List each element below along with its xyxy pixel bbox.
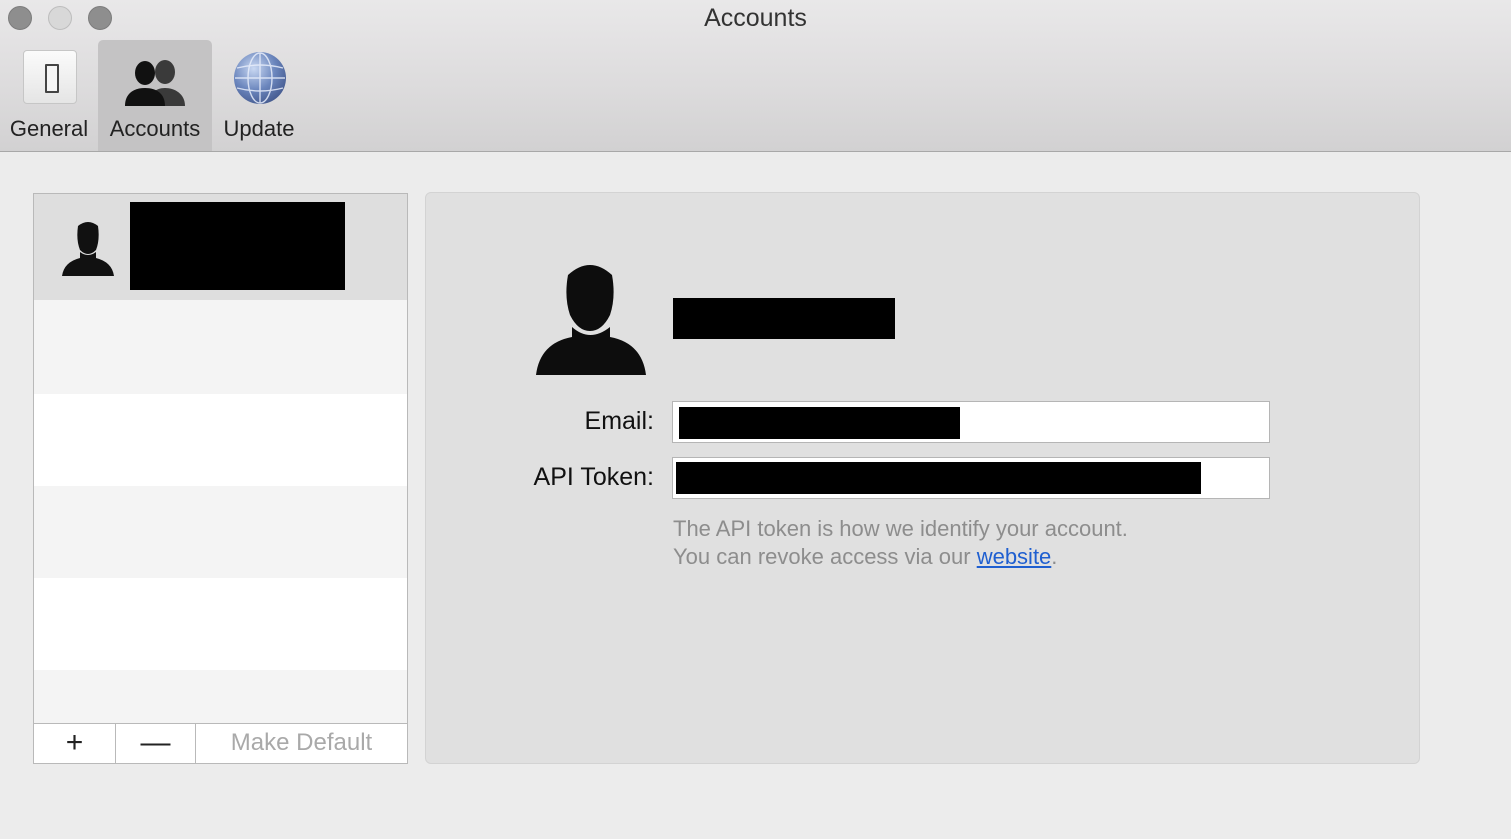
add-account-button[interactable]: + xyxy=(34,724,116,764)
api-token-label: API Token: xyxy=(533,463,654,491)
redacted-account-name xyxy=(130,202,345,290)
toolbar-tab-accounts[interactable]: Accounts xyxy=(98,40,212,151)
api-token-field[interactable] xyxy=(672,457,1270,499)
hint-prefix: You can revoke access via our xyxy=(673,544,977,569)
api-token-hint: The API token is how we identify your ac… xyxy=(673,515,1128,571)
toolbar-tab-update[interactable]: Update xyxy=(212,40,306,151)
website-link[interactable]: website xyxy=(977,544,1052,569)
account-details-panel: Email: API Token: The API token is how w… xyxy=(425,192,1420,764)
globe-icon xyxy=(234,52,286,104)
switch-icon xyxy=(23,50,77,104)
redacted-display-name xyxy=(673,298,895,339)
window-toolbar: Accounts General Accounts Update xyxy=(0,0,1511,152)
list-row-empty xyxy=(34,394,407,486)
list-row-empty xyxy=(34,578,407,670)
accounts-icon xyxy=(125,60,185,106)
make-default-button[interactable]: Make Default xyxy=(196,724,407,764)
accounts-list-footer: + — Make Default xyxy=(34,723,407,764)
email-field[interactable] xyxy=(672,401,1270,443)
toolbar-tab-general[interactable]: General xyxy=(0,40,98,151)
remove-account-button[interactable]: — xyxy=(116,724,196,764)
list-row-empty xyxy=(34,300,407,394)
hint-line-1: The API token is how we identify your ac… xyxy=(673,516,1128,541)
redacted-api-token-value xyxy=(676,462,1201,494)
account-row-selected[interactable] xyxy=(34,194,407,300)
toolbar-tab-label: Accounts xyxy=(109,116,201,141)
window-title: Accounts xyxy=(704,4,807,32)
list-row-empty xyxy=(34,486,407,578)
toolbar-tab-label: Update xyxy=(223,116,295,141)
toolbar-tab-label: General xyxy=(9,116,89,141)
hint-suffix: . xyxy=(1051,544,1058,569)
user-icon xyxy=(62,222,114,276)
email-label: Email: xyxy=(584,407,654,435)
list-row-empty xyxy=(34,670,407,723)
accounts-list[interactable]: + — Make Default xyxy=(33,193,408,764)
user-avatar-icon xyxy=(536,265,646,375)
hint-line-2: You can revoke access via our website. xyxy=(673,543,1128,571)
redacted-email-value xyxy=(679,407,960,439)
